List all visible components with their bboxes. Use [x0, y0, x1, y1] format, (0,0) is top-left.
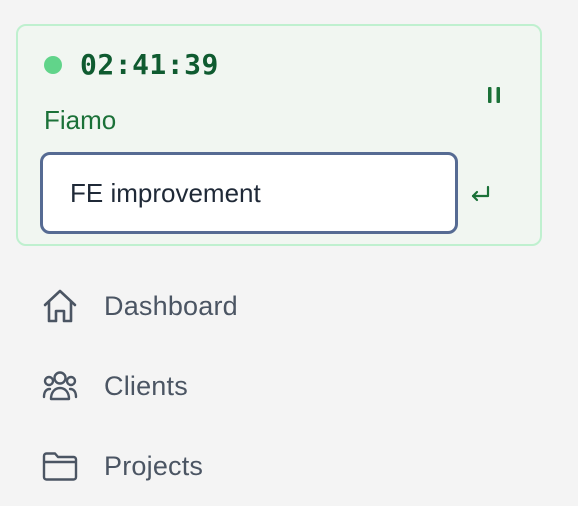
- sidebar-nav: Dashboard Clients Projects: [40, 266, 540, 506]
- sidebar-item-clients[interactable]: Clients: [40, 346, 540, 426]
- sidebar-item-projects[interactable]: Projects: [40, 426, 540, 506]
- task-description-field[interactable]: [40, 152, 458, 234]
- pause-icon: [488, 87, 500, 103]
- sidebar-item-label: Clients: [104, 370, 188, 401]
- pause-button[interactable]: [482, 80, 506, 110]
- elapsed-time: 02:41:39: [80, 48, 219, 81]
- folder-icon: [40, 446, 80, 486]
- enter-icon: [471, 185, 490, 202]
- submit-task-button[interactable]: [466, 180, 494, 208]
- sidebar-item-label: Dashboard: [104, 290, 238, 321]
- sidebar-item-dashboard[interactable]: Dashboard: [40, 266, 540, 346]
- client-name: Fiamo: [44, 105, 117, 135]
- home-icon: [40, 286, 80, 326]
- task-description-input[interactable]: [43, 155, 455, 231]
- sidebar-item-label: Projects: [104, 450, 204, 481]
- active-timer-card: 02:41:39 Fiamo: [16, 24, 542, 246]
- running-status-dot: [44, 56, 62, 74]
- users-icon: [40, 366, 80, 406]
